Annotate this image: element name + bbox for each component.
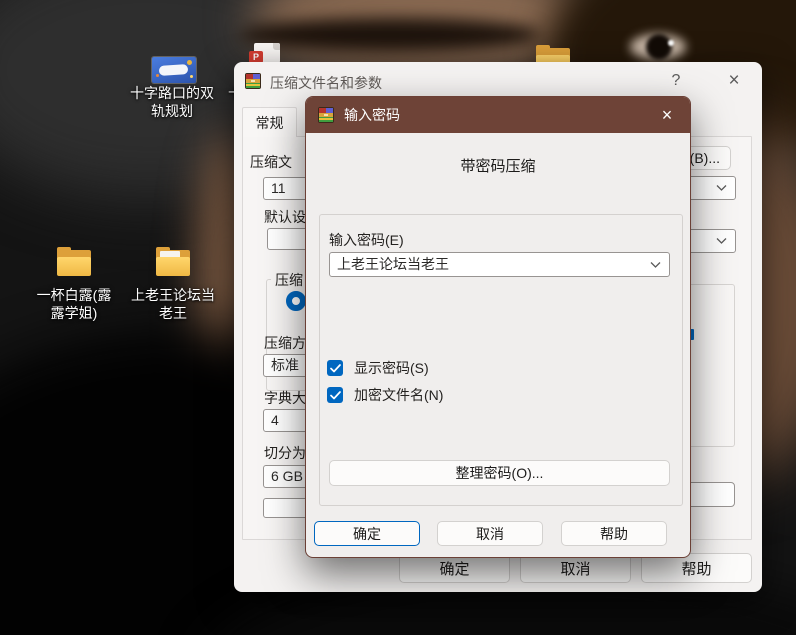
password-dialog-title: 输入密码 bbox=[344, 107, 400, 123]
winrar-icon bbox=[244, 72, 262, 90]
method-label: 压缩方 bbox=[264, 335, 306, 351]
password-heading: 带密码压缩 bbox=[460, 158, 536, 175]
password-combobox[interactable]: 上老王论坛当老王 bbox=[329, 252, 670, 277]
archive-name-label: 压缩文 bbox=[250, 154, 292, 170]
document-file-icon[interactable]: P bbox=[249, 43, 282, 63]
desktop: P 十字路口的双 轨规划 十 一杯白露(露 露学姐) 上老王论坛当 老王 bbox=[0, 0, 796, 635]
password-dialog-titlebar[interactable]: 输入密码 × bbox=[306, 97, 690, 133]
archive-dialog-title: 压缩文件名和参数 bbox=[270, 75, 382, 91]
image-file-icon[interactable] bbox=[152, 57, 196, 83]
show-password-label: 显示密码(S) bbox=[354, 360, 429, 376]
help-icon[interactable]: ? bbox=[659, 68, 693, 94]
tab-general[interactable]: 常规 bbox=[242, 107, 297, 137]
profile-label: 默认设 bbox=[264, 209, 306, 225]
folder-icon-laowang[interactable] bbox=[156, 247, 190, 276]
dictionary-label: 字典大 bbox=[264, 390, 306, 406]
format-group-label: 压缩 bbox=[271, 270, 307, 290]
folder-label-laowang[interactable]: 上老王论坛当 老王 bbox=[113, 286, 233, 322]
image-file-label[interactable]: 十字路口的双 轨规划 bbox=[112, 84, 232, 120]
encrypt-filenames-row[interactable]: 加密文件名(N) bbox=[327, 385, 443, 405]
folder-icon-white-dew[interactable] bbox=[57, 247, 91, 276]
chevron-down-icon bbox=[650, 261, 661, 268]
winrar-icon bbox=[317, 106, 335, 124]
password-value: 上老王论坛当老王 bbox=[337, 256, 449, 272]
password-cancel-button[interactable]: 取消 bbox=[437, 521, 543, 546]
organize-passwords-button[interactable]: 整理密码(O)... bbox=[329, 460, 670, 486]
show-password-row[interactable]: 显示密码(S) bbox=[327, 358, 429, 378]
checked-checkbox-icon[interactable] bbox=[327, 387, 343, 403]
close-icon[interactable]: × bbox=[717, 68, 751, 94]
password-ok-button[interactable]: 确定 bbox=[314, 521, 420, 546]
password-help-button[interactable]: 帮助 bbox=[561, 521, 667, 546]
format-radio-selected[interactable] bbox=[286, 291, 306, 311]
page-fold bbox=[273, 43, 280, 50]
split-label: 切分为 bbox=[264, 445, 306, 461]
close-icon[interactable]: × bbox=[644, 97, 690, 133]
checked-checkbox-icon[interactable] bbox=[327, 360, 343, 376]
password-dialog: 输入密码 × 带密码压缩 输入密码(E) 上老王论坛当老王 显示密码(S) 加密… bbox=[305, 96, 691, 558]
password-label: 输入密码(E) bbox=[329, 232, 404, 248]
encrypt-filenames-label: 加密文件名(N) bbox=[354, 387, 444, 403]
